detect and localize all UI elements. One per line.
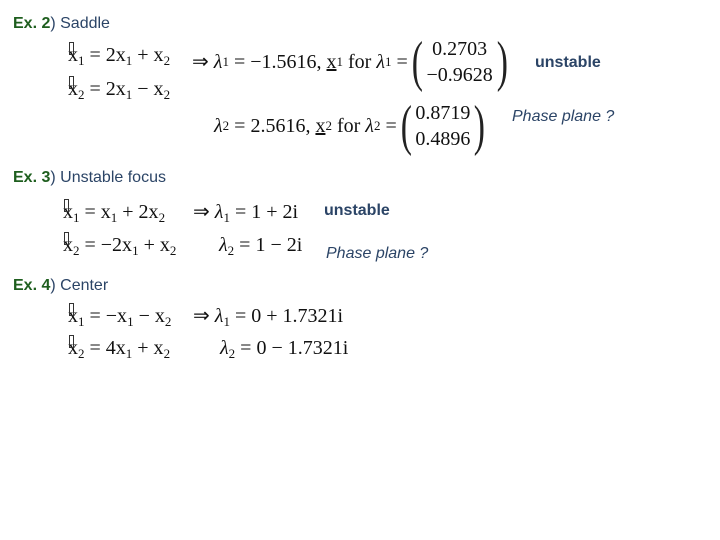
eigen-result-2: λ2 = 1 − 2i bbox=[219, 234, 303, 258]
eigenvector-1: ( 0.2703 −0.9628 ) bbox=[411, 31, 508, 93]
eigenvector-2: ( 0.8719 0.4896 ) bbox=[400, 95, 486, 157]
implies-arrow: ⇒ bbox=[193, 201, 210, 223]
equation-1: x1 = 2x1 + x2 bbox=[68, 42, 171, 68]
eigen-result-1: ⇒ λ1 = 1 + 2i bbox=[193, 201, 299, 225]
x-dot-symbol: x bbox=[68, 335, 78, 359]
equation-2: x2 = 2x1 − x2 bbox=[68, 76, 171, 102]
x-dot-symbol: x bbox=[63, 232, 73, 256]
equation-1: x1 = x1 + 2x2 bbox=[63, 199, 166, 225]
example-title: ) Center bbox=[50, 277, 109, 294]
eigen-result-2: λ2 = 2.5616, x2 for λ2 = ( 0.8719 0.4896 … bbox=[214, 98, 489, 154]
eigen-result-1: ⇒ λ1 = 0 + 1.7321i bbox=[193, 305, 344, 329]
example-4-heading: Ex. 4) Center bbox=[13, 277, 108, 295]
stability-label: unstable bbox=[535, 54, 601, 71]
example-label: Ex. 2 bbox=[13, 15, 51, 32]
equation-2: x2 = 4x1 + x2 bbox=[68, 335, 171, 361]
stability-label: unstable bbox=[324, 202, 390, 219]
example-3-heading: Ex. 3) Unstable focus bbox=[13, 169, 166, 187]
example-label: Ex. 3 bbox=[13, 169, 51, 186]
example-title: ) Unstable focus bbox=[50, 169, 166, 186]
x-dot-symbol: x bbox=[68, 42, 78, 66]
x-dot-symbol: x bbox=[68, 76, 78, 100]
example-2-heading: Ex. 2) Saddle bbox=[13, 15, 110, 33]
x-dot-symbol: x bbox=[63, 199, 73, 223]
implies-arrow: ⇒ bbox=[192, 51, 209, 73]
phase-plane-question: Phase plane ? bbox=[512, 108, 615, 125]
eigen-result-2: λ2 = 0 − 1.7321i bbox=[220, 337, 349, 361]
implies-arrow: ⇒ bbox=[193, 305, 210, 327]
x-dot-symbol: x bbox=[68, 303, 78, 327]
eigen-result-1: ⇒ λ1 = −1.5616, x1 for λ1 = ( 0.2703 −0.9… bbox=[192, 34, 511, 90]
example-title: ) Saddle bbox=[50, 15, 110, 32]
equation-1: x1 = −x1 − x2 bbox=[68, 303, 172, 329]
equation-2: x2 = −2x1 + x2 bbox=[63, 232, 177, 258]
phase-plane-question: Phase plane ? bbox=[326, 245, 429, 262]
example-label: Ex. 4 bbox=[13, 277, 51, 294]
